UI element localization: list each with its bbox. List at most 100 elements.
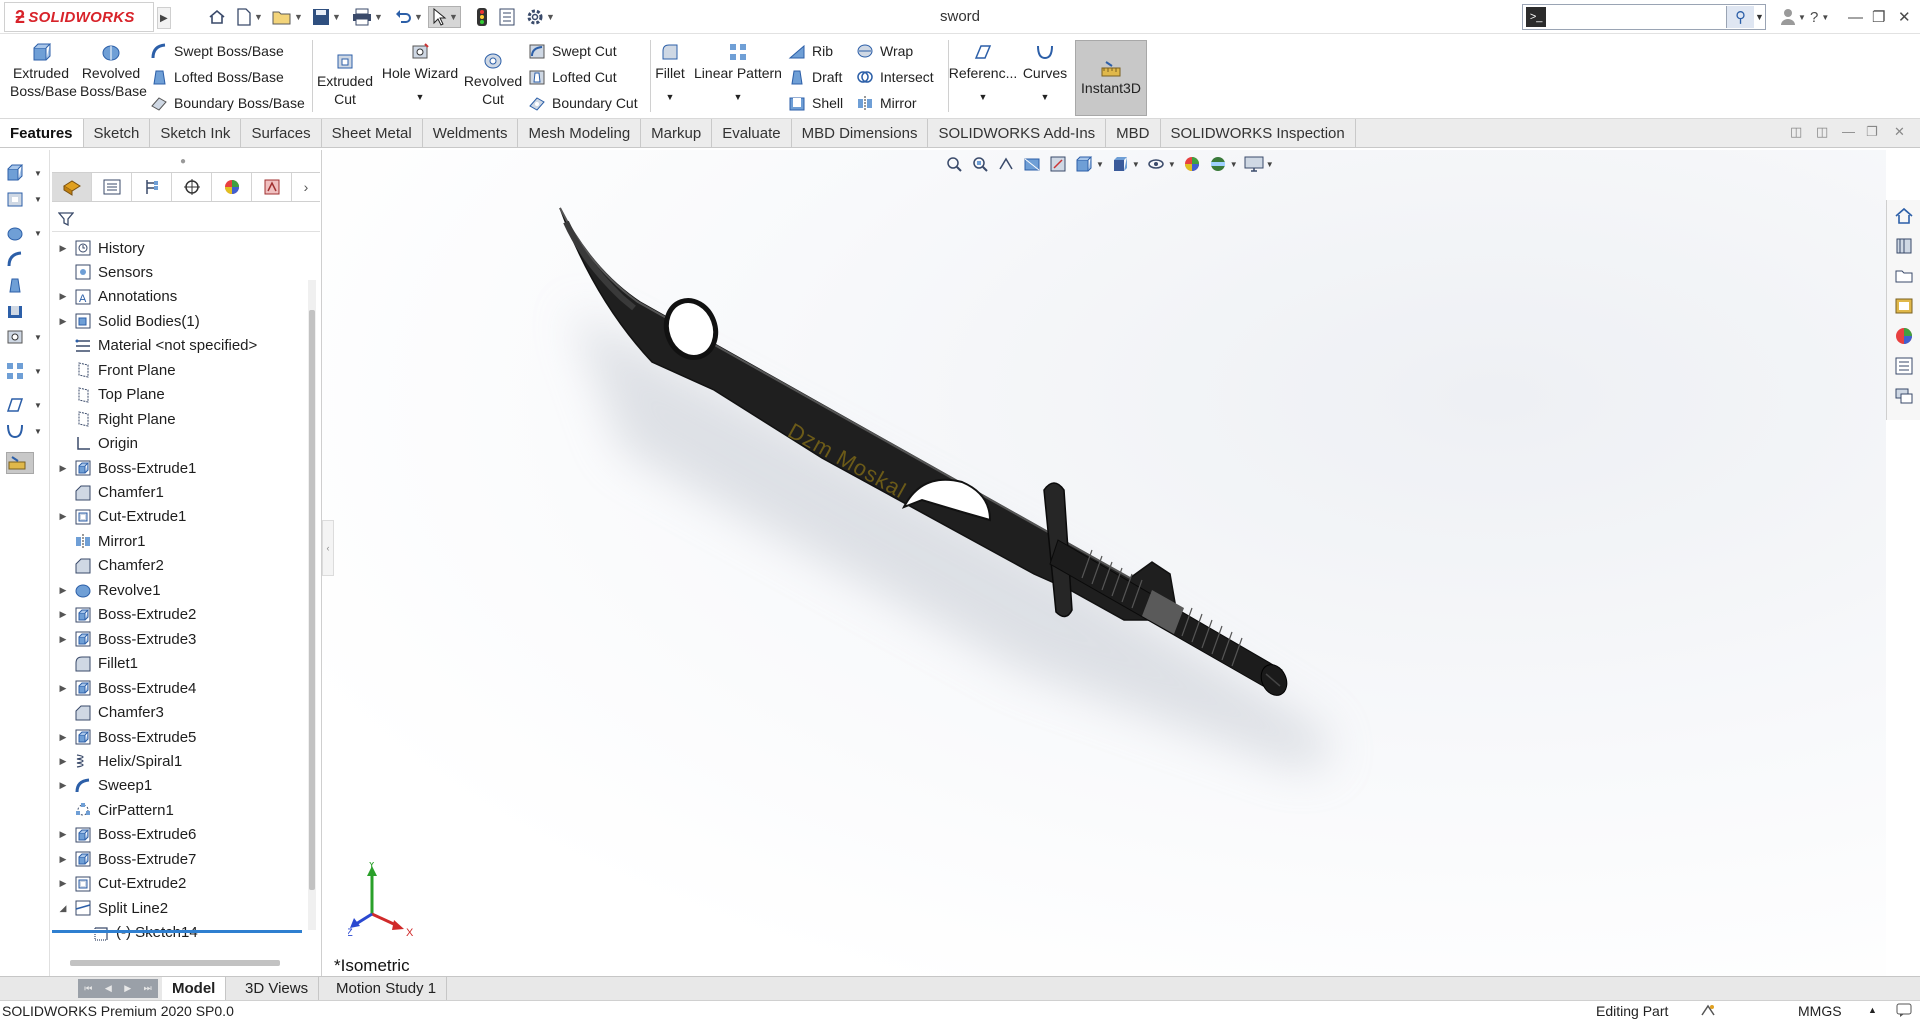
expand-arrow-icon[interactable]: ▶ [52,732,74,743]
lt-cut-icon[interactable]: ▼ [6,188,44,210]
expand-arrow-icon[interactable]: ▶ [52,878,74,889]
tree-node[interactable]: ▶ Helix/Spiral1 [52,749,302,773]
intersect-button[interactable]: Intersect [856,66,934,88]
tree-node[interactable]: ▶ Solid Bodies(1) [52,309,302,333]
tab-model[interactable]: Model [162,977,227,1000]
display-style-icon[interactable] [1110,154,1130,174]
view-palette-icon[interactable] [1894,296,1914,316]
expand-arrow-icon[interactable]: ▶ [52,683,74,694]
custom-properties-icon[interactable] [1894,356,1914,376]
revolved-boss-button[interactable]: Revolved Boss/Base [80,42,147,100]
tree-node[interactable]: Chamfer3 [52,701,302,725]
view-settings-dropdown-icon[interactable]: ▼ [1266,160,1274,169]
expand-arrow-icon[interactable]: ▶ [52,780,74,791]
swept-cut-button[interactable]: Swept Cut [528,40,617,62]
tree-node[interactable]: ▶ Boss-Extrude5 [52,725,302,749]
open-folder-icon[interactable]: ▼ [272,6,303,28]
solidworks-resources-icon[interactable] [1894,206,1914,226]
curves-button[interactable]: Curves ▼ [1020,42,1070,106]
revolved-cut-button[interactable]: Revolved Cut [462,50,524,108]
tree-vertical-scrollbar[interactable] [308,280,316,930]
appearances-icon[interactable] [1894,326,1914,346]
expand-arrow-icon[interactable]: ▶ [52,634,74,645]
zoom-to-fit-icon[interactable] [944,154,964,174]
tree-node[interactable]: ▶ Cut-Extrude2 [52,872,302,896]
tree-node[interactable]: ▶ Boss-Extrude1 [52,456,302,480]
undo-icon[interactable]: ▼ [394,6,423,28]
tree-node[interactable]: ▶ Boss-Extrude6 [52,823,302,847]
apply-scene-icon[interactable] [1208,154,1228,174]
doc-close-icon[interactable]: ✕ [1894,124,1905,140]
more-tabs-chevron-icon[interactable]: › [292,173,320,201]
lt-sweep-icon[interactable] [6,248,44,270]
last-tab-icon[interactable]: ⏭ [144,983,152,994]
wrap-button[interactable]: Wrap [856,40,913,62]
file-explorer-icon[interactable] [1894,266,1914,286]
hole-wizard-button[interactable]: Hole Wizard ▼ [380,42,460,106]
search-dropdown-icon[interactable]: ▼ [1754,12,1765,22]
expand-arrow-icon[interactable]: ▶ [52,291,74,302]
hide-show-items-icon[interactable] [1146,154,1166,174]
panel-splitter-handle[interactable]: ‹ [322,520,334,576]
solidworks-logo[interactable]: ƻ SOLIDWORKS ▶ [4,2,171,32]
tab-markup[interactable]: Markup [641,119,713,147]
expand-arrow-icon[interactable]: ▶ [52,609,74,620]
tree-filter[interactable] [52,206,320,232]
tree-node[interactable]: ▶ Sweep1 [52,774,302,798]
rebuild-icon[interactable] [476,6,488,28]
doc-minimize-icon[interactable]: — [1842,124,1855,139]
tree-node[interactable]: Origin [52,432,302,456]
lt-pattern-icon[interactable]: ▼ [6,360,44,382]
tab-weldments[interactable]: Weldments [423,119,519,147]
linear-pattern-button[interactable]: Linear Pattern ▼ [694,42,782,106]
lt-instant3d-icon[interactable] [6,452,34,474]
minimize-icon[interactable]: — [1848,6,1863,28]
feature-tree-tab-icon[interactable] [52,173,92,201]
tab-mesh-modeling[interactable]: Mesh Modeling [518,119,642,147]
tab-solidworks-add-ins[interactable]: SOLIDWORKS Add-Ins [928,119,1107,147]
tab-sheet-metal[interactable]: Sheet Metal [322,119,423,147]
tree-node[interactable]: Material <not specified> [52,334,302,358]
search-input[interactable] [1550,6,1727,28]
mirror-button[interactable]: Mirror [856,92,917,114]
forum-icon[interactable] [1894,386,1914,406]
property-manager-tab-icon[interactable] [92,173,132,201]
boundary-boss-button[interactable]: Boundary Boss/Base [150,92,305,114]
lt-shell-icon[interactable] [6,300,44,322]
doc-restore-icon[interactable]: ❐ [1866,124,1878,140]
design-library-icon[interactable] [1894,236,1914,256]
tree-node[interactable]: ▶ Boss-Extrude4 [52,676,302,700]
apply-scene-dropdown-icon[interactable]: ▼ [1230,160,1238,169]
fillet-button[interactable]: Fillet ▼ [652,42,688,106]
unit-system-dropdown-icon[interactable]: ▲ [1868,1005,1877,1015]
tree-node[interactable]: ▶ Revolve1 [52,578,302,602]
tab-mbd[interactable]: MBD [1106,119,1161,147]
command-prompt-icon[interactable]: >_ [1526,7,1547,27]
tab-surfaces[interactable]: Surfaces [241,119,322,147]
search-icon[interactable]: ⚲ [1726,6,1754,28]
tab-motion-study-1[interactable]: Motion Study 1 [326,977,448,1000]
extruded-boss-button[interactable]: Extruded Boss/Base [10,42,77,100]
cam-tab-icon[interactable] [252,173,292,201]
lofted-boss-button[interactable]: Lofted Boss/Base [150,66,284,88]
tile-left-icon[interactable]: ◫ [1790,124,1802,140]
unit-system[interactable]: MMGS [1798,1003,1842,1019]
edit-appearance-icon[interactable] [1182,154,1202,174]
expand-arrow-icon[interactable]: ▶ [52,829,74,840]
instant3d-button[interactable]: Instant3D [1075,40,1147,116]
swept-boss-button[interactable]: Swept Boss/Base [150,40,284,62]
feedback-icon[interactable] [1896,1003,1914,1020]
tree-node[interactable]: ▶ Cut-Extrude1 [52,505,302,529]
new-document-icon[interactable]: ▼ [236,6,263,28]
tree-node[interactable]: CirPattern1 [52,798,302,822]
graphics-area[interactable]: Dzm Moskal [322,150,1886,976]
close-icon[interactable]: ✕ [1898,6,1911,28]
section-view-icon[interactable] [1022,154,1042,174]
lt-curves-icon[interactable]: ▼ [6,420,44,442]
curves-dropdown-icon[interactable]: ▼ [1041,88,1050,106]
reference-dropdown-icon[interactable]: ▼ [979,88,988,106]
tree-node[interactable]: Fillet1 [52,652,302,676]
tab-evaluate[interactable]: Evaluate [712,119,792,147]
help-icon[interactable]: ? ▼ [1810,6,1829,28]
hide-show-dropdown-icon[interactable]: ▼ [1168,160,1176,169]
